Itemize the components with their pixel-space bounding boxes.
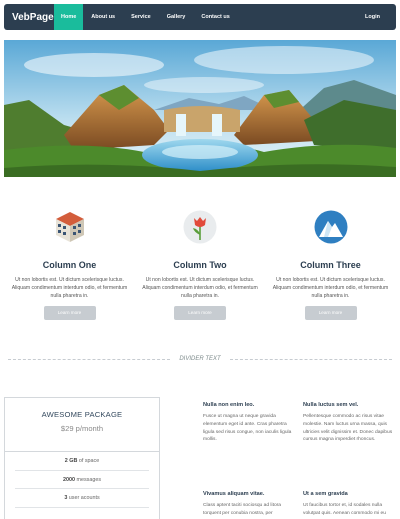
feature-label: user acounts	[67, 495, 100, 501]
text-block-body: Pellentesque commodo ac risus vitae mole…	[303, 414, 393, 443]
package-title: AWESOME PACKAGE	[41, 410, 123, 419]
learn-more-button[interactable]: Learn more	[304, 306, 357, 320]
column-three: Column Three Ut non lobortis est. Ut dic…	[269, 210, 392, 320]
divider-text: DIVIDER TEXT	[179, 356, 221, 362]
hero-landscape-illustration	[4, 40, 396, 177]
feature-value: 2000	[62, 476, 75, 483]
column-title: Column Two	[173, 260, 227, 270]
text-block: Nulla non enim leo. Fusce ut magna ut ne…	[203, 402, 297, 444]
column-two: Column Two Ut non lobortis est. Ut dictu…	[139, 210, 262, 320]
pricing-package: AWESOME PACKAGE $29 p/month 2 GB of spac…	[4, 397, 160, 519]
text-block-body: Class aptent taciti sociosqu ad litora t…	[203, 503, 282, 516]
column-title: Column One	[42, 260, 97, 270]
nav-link-contact[interactable]: Contact us	[193, 4, 237, 30]
learn-more-button[interactable]: Learn more	[174, 306, 226, 320]
brand-logo[interactable]: VebPage	[4, 12, 54, 23]
feature-label: of space	[77, 458, 100, 464]
column-title: Column Three	[300, 260, 361, 270]
text-block-title: Nulla non enim leo.	[203, 402, 255, 408]
text-block-title: Ut a sem gravida	[303, 491, 348, 497]
package-feature: 2 GB of space	[15, 452, 149, 471]
text-block-body: Fusce ut magna ut neque gravida elementu…	[203, 414, 292, 443]
mountain-icon	[314, 210, 348, 244]
text-block: Ut a sem gravida Ut faucibus tortor et, …	[303, 491, 397, 518]
nav-link-about[interactable]: About us	[83, 4, 123, 30]
learn-more-button[interactable]: Learn more	[43, 306, 96, 320]
text-block-body: Ut faucibus tortor et, id sodales nulla …	[303, 503, 386, 516]
nav-links: Home About us Service Gallery Contact us	[54, 4, 238, 30]
divider-line-left	[8, 358, 171, 360]
nav-link-gallery[interactable]: Gallery	[159, 4, 194, 30]
nav-link-service[interactable]: Service	[123, 4, 159, 30]
nav-link-home[interactable]: Home	[54, 4, 84, 30]
building-icon	[53, 210, 87, 244]
feature-label: messages	[74, 476, 102, 483]
feature-value: 2 GB	[64, 458, 78, 464]
text-block-title: Vivamus aliquam vitae.	[203, 491, 265, 497]
text-block-title: Nulla luctus sem vel.	[303, 402, 359, 408]
package-feature: 3 user acounts	[15, 489, 149, 508]
divider-line-right	[229, 358, 392, 360]
package-feature: 2000 messages	[15, 471, 149, 489]
column-text: Ut non lobortis est. Ut dictum scelerisq…	[11, 277, 128, 299]
hero-image	[4, 40, 396, 177]
package-price: $29 p/month	[60, 424, 104, 433]
column-text: Ut non lobortis est. Ut dictum scelerisq…	[272, 277, 389, 299]
package-header: AWESOME PACKAGE $29 p/month	[5, 398, 159, 452]
tulip-flower-icon	[183, 210, 217, 244]
column-one: Column One Ut non lobortis est. Ut dictu…	[8, 210, 131, 320]
login-link[interactable]: Login	[365, 14, 396, 20]
text-block: Vivamus aliquam vitae. Class aptent taci…	[203, 491, 297, 518]
text-block: Nulla luctus sem vel. Pellentesque commo…	[303, 402, 397, 444]
section-divider: DIVIDER TEXT	[8, 356, 392, 362]
package-features: 2 GB of space 2000 messages 3 user acoun…	[5, 452, 159, 508]
feature-columns: Column One Ut non lobortis est. Ut dictu…	[0, 210, 400, 320]
top-navbar: VebPage Home About us Service Gallery Co…	[4, 4, 396, 30]
column-text: Ut non lobortis est. Ut dictum scelerisq…	[142, 277, 258, 299]
